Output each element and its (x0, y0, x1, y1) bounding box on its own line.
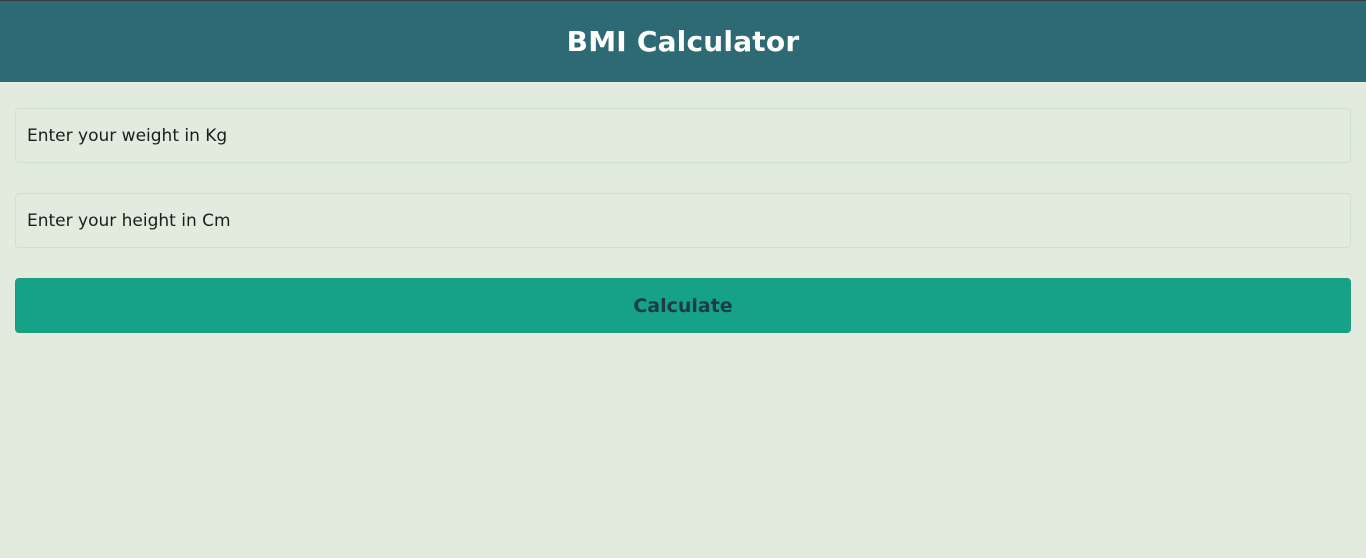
app-header: BMI Calculator (0, 1, 1366, 82)
height-input[interactable] (15, 193, 1351, 248)
bmi-form: Calculate (15, 108, 1351, 333)
calculate-button[interactable]: Calculate (15, 278, 1351, 333)
page-title: BMI Calculator (566, 25, 800, 58)
weight-input[interactable] (15, 108, 1351, 163)
